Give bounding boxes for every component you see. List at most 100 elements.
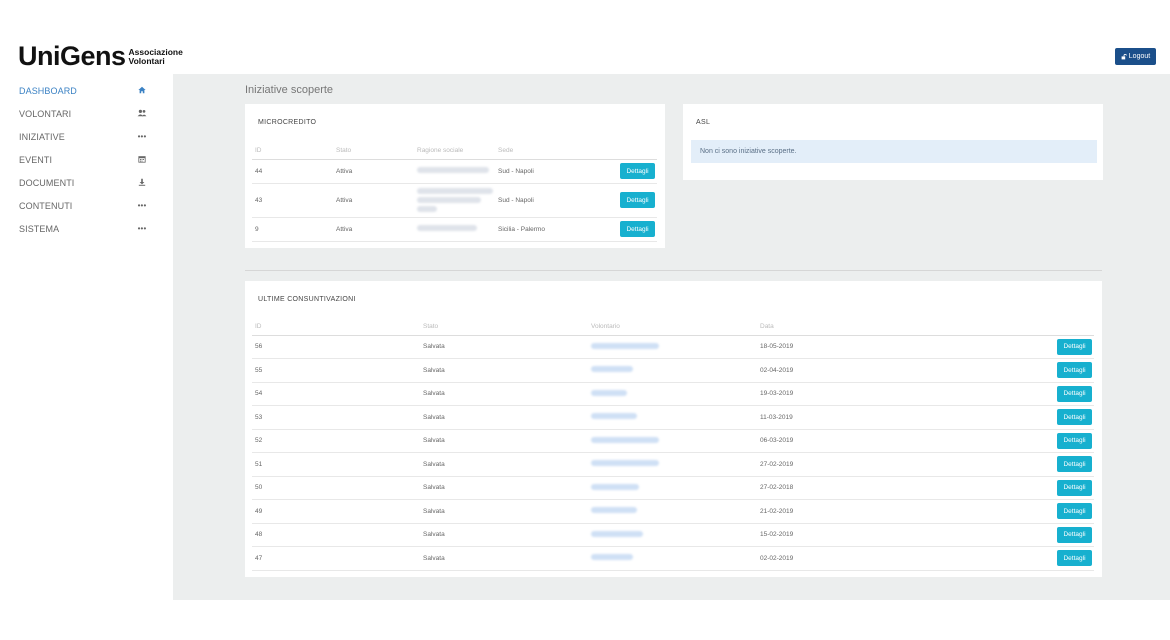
users-icon	[137, 109, 147, 119]
cell-stato: Salvata	[420, 405, 588, 430]
sidebar-item-label: VOLONTARI	[19, 108, 72, 119]
cell-stato: Attiva	[333, 159, 414, 184]
logo-main-text: UniGens	[18, 41, 126, 71]
details-button[interactable]: Dettagli	[1057, 409, 1092, 426]
cell-volontario-redacted	[588, 523, 757, 547]
cell-data: 19-03-2019	[757, 382, 925, 406]
details-button[interactable]: Dettagli	[1057, 385, 1092, 402]
table-row: 44 Attiva Sud - Napoli Dettagli	[252, 159, 657, 184]
logo[interactable]: UniGens Associazione Volontari	[18, 42, 183, 70]
table-header-row: ID Stato Volontario Data	[252, 319, 1094, 336]
cell-action: Dettagli	[925, 335, 1094, 359]
cell-data: 27-02-2018	[757, 476, 925, 500]
cell-volontario-redacted	[588, 405, 757, 430]
details-button[interactable]: Dettagli	[1057, 338, 1092, 355]
cell-sede: Sicilia - Palermo	[495, 217, 576, 242]
column-header-sede: Sede	[495, 143, 576, 160]
table-row: 9 Attiva Sicilia - Palermo Dettagli	[252, 217, 657, 242]
table-row: 43 Attiva Sud - Napoli Dettagli	[252, 183, 657, 218]
details-button[interactable]: Dettagli	[1057, 432, 1092, 449]
microcredito-table: ID Stato Ragione sociale Sede 44 Attiva …	[252, 143, 657, 242]
empty-state-alert: Non ci sono iniziative scoperte.	[691, 140, 1097, 163]
cell-stato: Salvata	[420, 546, 588, 571]
sidebar-item-sistema[interactable]: SISTEMA •••	[0, 217, 173, 240]
table-row: 56 Salvata 18-05-2019 Dettagli	[252, 335, 1094, 359]
details-button[interactable]: Dettagli	[620, 192, 655, 208]
logo-sub-line-2: Volontari	[128, 56, 165, 66]
sidebar-item-iniziative[interactable]: INIZIATIVE •••	[0, 125, 173, 148]
cell-action: Dettagli	[925, 405, 1094, 430]
sidebar-item-documenti[interactable]: DOCUMENTI	[0, 171, 173, 194]
logo-sub-text: Associazione Volontari	[129, 48, 183, 66]
cell-volontario-redacted	[588, 335, 757, 359]
details-button[interactable]: Dettagli	[1057, 479, 1092, 496]
ellipsis-icon: •••	[137, 201, 147, 210]
sidebar-item-eventi[interactable]: EVENTI	[0, 148, 173, 171]
cell-data: 02-04-2019	[757, 358, 925, 383]
sidebar-item-contenuti[interactable]: CONTENUTI •••	[0, 194, 173, 217]
column-header-id: ID	[252, 143, 333, 160]
cell-action: Dettagli	[925, 382, 1094, 406]
cell-stato: Salvata	[420, 523, 588, 547]
cell-action: Dettagli	[925, 523, 1094, 547]
cell-stato: Attiva	[333, 183, 414, 218]
logout-button[interactable]: Logout	[1115, 48, 1156, 65]
cell-sede: Sud - Napoli	[495, 159, 576, 184]
details-button[interactable]: Dettagli	[1057, 456, 1092, 473]
main-content: Iniziative scoperte MICROCREDITO ID Stat…	[173, 74, 1170, 600]
details-button[interactable]: Dettagli	[620, 221, 655, 237]
cell-action: Dettagli	[925, 476, 1094, 500]
cell-id: 47	[252, 546, 420, 571]
cell-volontario-redacted	[588, 476, 757, 500]
cell-stato: Salvata	[420, 452, 588, 477]
cell-volontario-redacted	[588, 429, 757, 453]
cell-action: Dettagli	[925, 499, 1094, 524]
download-icon	[137, 178, 147, 188]
cell-ragione-sociale-redacted	[414, 183, 495, 218]
sidebar-item-label: DASHBOARD	[19, 85, 77, 96]
cell-action: Dettagli	[576, 217, 657, 242]
cell-stato: Salvata	[420, 476, 588, 500]
sidebar-item-label: DOCUMENTI	[19, 177, 75, 188]
cell-id: 53	[252, 405, 420, 430]
cell-action: Dettagli	[925, 452, 1094, 477]
column-header-id: ID	[252, 319, 420, 336]
calendar-icon	[137, 155, 147, 165]
table-row: 51 Salvata 27-02-2019 Dettagli	[252, 452, 1094, 477]
cell-volontario-redacted	[588, 382, 757, 406]
cell-data: 15-02-2019	[757, 523, 925, 547]
sidebar: DASHBOARD VOLONTARI INIZIATIVE ••• EVENT…	[0, 74, 173, 640]
table-row: 50 Salvata 27-02-2018 Dettagli	[252, 476, 1094, 500]
cell-action: Dettagli	[576, 159, 657, 184]
cell-stato: Attiva	[333, 217, 414, 242]
details-button[interactable]: Dettagli	[620, 163, 655, 179]
sidebar-item-volontari[interactable]: VOLONTARI	[0, 102, 173, 125]
table-row: 47 Salvata 02-02-2019 Dettagli	[252, 546, 1094, 571]
details-button[interactable]: Dettagli	[1057, 526, 1092, 543]
card-title: ULTIME CONSUNTIVAZIONI	[258, 296, 356, 303]
sidebar-item-label: SISTEMA	[19, 223, 60, 234]
column-header-stato: Stato	[333, 143, 414, 160]
column-header-actions	[576, 143, 657, 160]
table-row: 52 Salvata 06-03-2019 Dettagli	[252, 429, 1094, 453]
unlock-icon	[1121, 53, 1127, 59]
logout-label: Logout	[1128, 53, 1151, 60]
column-header-volontario: Volontario	[588, 319, 757, 336]
table-row: 48 Salvata 15-02-2019 Dettagli	[252, 523, 1094, 547]
details-button[interactable]: Dettagli	[1057, 503, 1092, 520]
sidebar-item-label: INIZIATIVE	[19, 131, 65, 142]
cell-stato: Salvata	[420, 429, 588, 453]
column-header-actions	[925, 319, 1094, 336]
details-button[interactable]: Dettagli	[1057, 550, 1092, 567]
microcredito-card: MICROCREDITO ID Stato Ragione sociale Se…	[245, 104, 665, 248]
cell-id: 49	[252, 499, 420, 524]
page-title: Iniziative scoperte	[245, 84, 334, 96]
cell-data: 06-03-2019	[757, 429, 925, 453]
cell-action: Dettagli	[925, 358, 1094, 383]
table-row: 49 Salvata 21-02-2019 Dettagli	[252, 499, 1094, 524]
cell-volontario-redacted	[588, 358, 757, 383]
consuntivazioni-card: ULTIME CONSUNTIVAZIONI ID Stato Volontar…	[245, 281, 1102, 577]
sidebar-item-dashboard[interactable]: DASHBOARD	[0, 79, 173, 102]
details-button[interactable]: Dettagli	[1057, 362, 1092, 379]
cell-id: 9	[252, 217, 333, 242]
